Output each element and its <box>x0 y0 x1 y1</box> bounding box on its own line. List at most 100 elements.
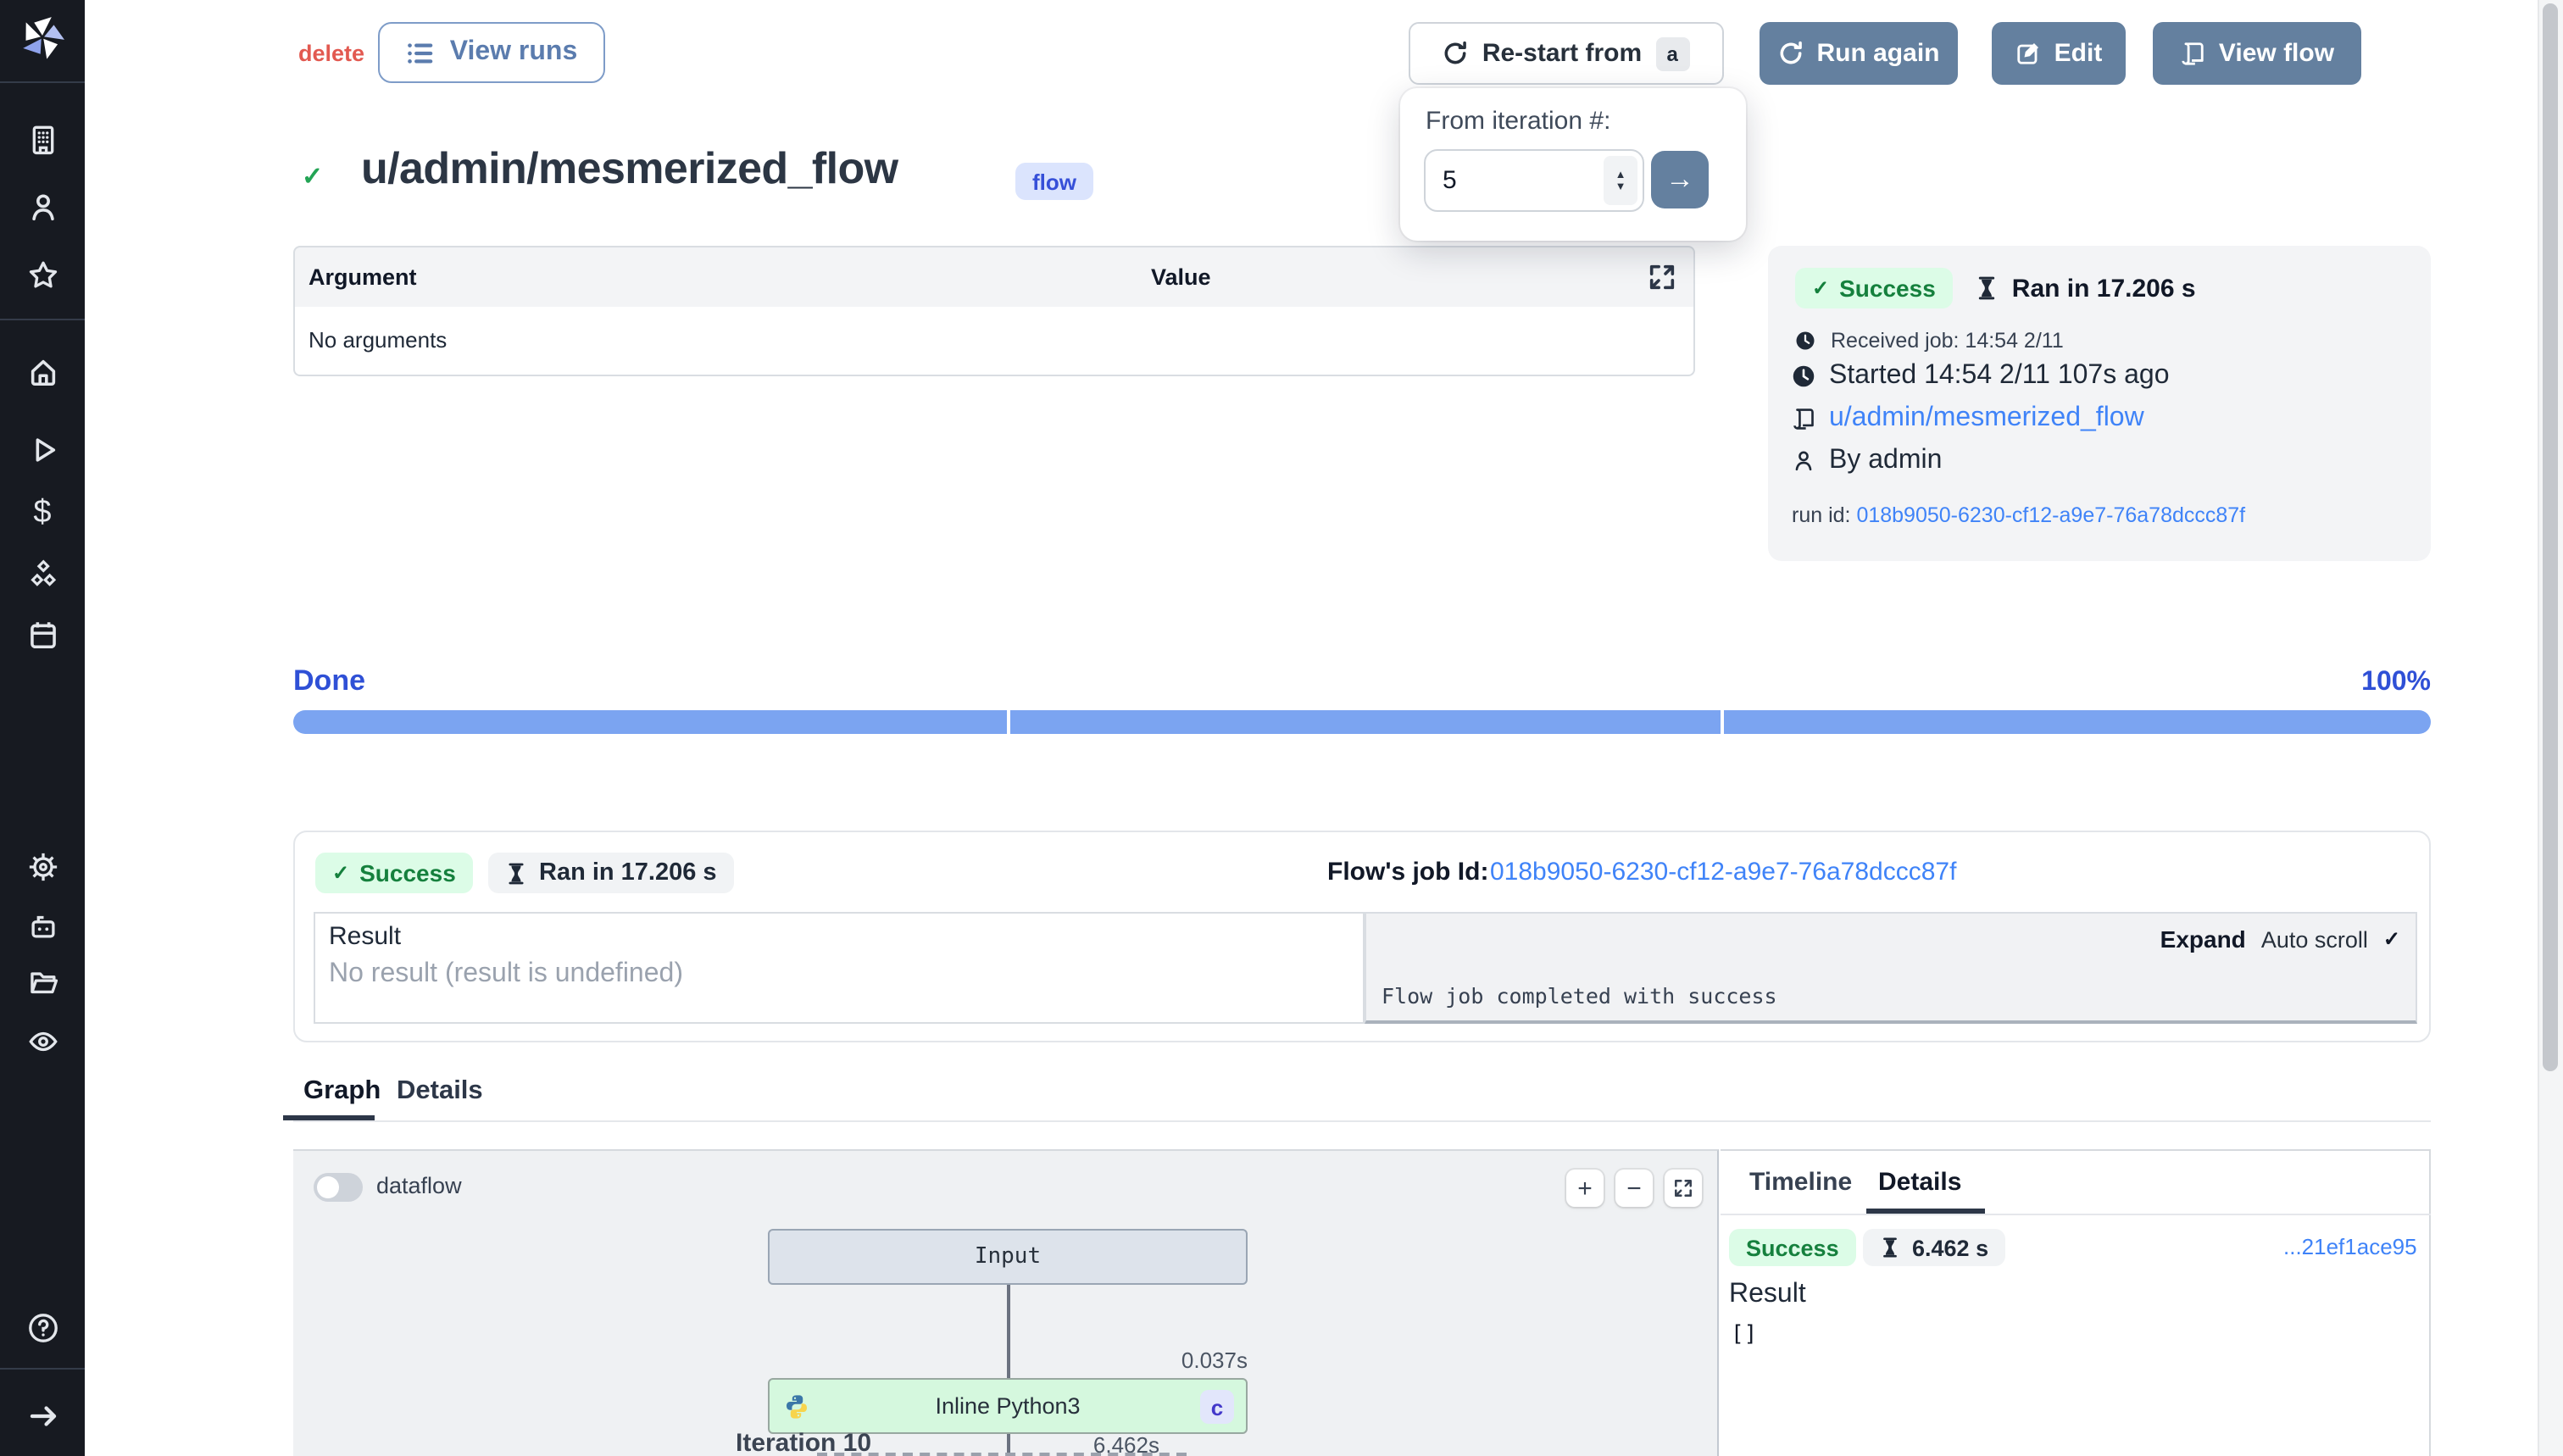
stepper-up-icon[interactable]: ▲ <box>1615 169 1626 181</box>
arrow-right-icon <box>26 1399 58 1431</box>
sidebar-collapse-toggle[interactable] <box>22 1395 63 1436</box>
scroll-icon <box>2180 41 2205 66</box>
sidebar-item-variables[interactable]: $ <box>22 492 63 532</box>
graph-node-python[interactable]: Inline Python3 c <box>768 1378 1248 1434</box>
check-icon: ✓ <box>1812 276 1829 300</box>
building-icon <box>26 123 58 155</box>
sidebar-divider <box>0 81 85 83</box>
received-job-text: Received job: 14:54 2/11 <box>1831 329 2064 353</box>
received-job-row: Received job: 14:54 2/11 <box>1795 329 2064 353</box>
cache-badge: c <box>1200 1390 1234 1424</box>
view-runs-button[interactable]: View runs <box>378 22 605 83</box>
iteration-container-border <box>817 1453 1187 1456</box>
job-id-link[interactable]: 018b9050-6230-cf12-a9e7-76a78dccc87f <box>1490 858 1956 886</box>
zoom-fit-button[interactable] <box>1665 1170 1702 1207</box>
tabs-divider <box>293 1120 2431 1122</box>
folder-icon <box>26 965 58 998</box>
person-icon <box>26 191 58 223</box>
duration-label: Ran in 17.206 s <box>539 859 717 886</box>
sidebar-item-favorites[interactable] <box>22 254 63 295</box>
sidebar-item-workers[interactable] <box>22 905 63 946</box>
sidebar-item-folders[interactable] <box>22 961 63 1002</box>
list-icon <box>406 38 435 67</box>
run-again-button[interactable]: Run again <box>1760 22 1958 85</box>
toggle-knob <box>317 1176 339 1198</box>
flow-path-row: u/admin/mesmerized_flow <box>1792 403 2144 434</box>
windmill-logo-icon[interactable] <box>20 15 64 59</box>
restart-go-button[interactable]: → <box>1651 151 1709 208</box>
view-runs-label: View runs <box>450 37 578 68</box>
sidebar-item-user[interactable] <box>22 186 63 227</box>
args-col-value: Value <box>1151 264 1211 290</box>
calendar-icon <box>26 618 58 650</box>
result-title: Result <box>1729 1280 1806 1310</box>
clock-icon <box>1792 364 1815 388</box>
run-again-label: Run again <box>1816 39 1939 68</box>
sidebar-item-help[interactable] <box>22 1307 63 1348</box>
flow-path-link[interactable]: u/admin/mesmerized_flow <box>1829 403 2144 434</box>
progress-segment <box>1010 710 1721 734</box>
flow-graph-canvas: dataflow + − Input 0.037s Inline Python3… <box>293 1149 1719 1456</box>
cubes-icon <box>26 559 58 591</box>
result-empty-text: No result (result is undefined) <box>329 959 683 990</box>
args-col-argument: Argument <box>309 264 417 290</box>
auto-scroll-checkbox[interactable]: ✓ <box>2383 927 2400 951</box>
dollar-icon: $ <box>33 496 51 528</box>
dataflow-toggle[interactable] <box>314 1173 363 1202</box>
log-text: Flow job completed with success <box>1382 983 1777 1009</box>
progress-segment <box>293 710 1007 734</box>
status-label: Success <box>1746 1235 1839 1260</box>
sidebar-item-settings[interactable] <box>22 846 63 886</box>
from-iteration-label: From iteration #: <box>1426 107 1610 136</box>
expand-log-button[interactable]: Expand <box>2160 925 2246 953</box>
tab-timeline[interactable]: Timeline <box>1749 1168 1852 1197</box>
result-title: Result <box>329 922 401 951</box>
job-id-label: Flow's job Id: <box>1327 858 1488 886</box>
run-id-row: run id: 018b9050-6230-cf12-a9e7-76a78dcc… <box>1792 503 2245 527</box>
progress-percent: 100% <box>2361 668 2431 698</box>
person-icon <box>1792 449 1815 473</box>
sidebar-item-runs[interactable] <box>22 429 63 470</box>
edit-label: Edit <box>2054 39 2103 68</box>
run-status-row: ✓ Success Ran in 17.206 s <box>1795 268 2196 308</box>
duration-chip: 6.462 s <box>1863 1229 2005 1266</box>
number-stepper[interactable]: ▲ ▼ <box>1604 156 1637 205</box>
view-flow-button[interactable]: View flow <box>2153 22 2361 85</box>
progress-segment <box>1724 710 2431 734</box>
zoom-in-button[interactable]: + <box>1566 1170 1604 1207</box>
tab-step-details[interactable]: Details <box>1878 1168 1961 1197</box>
edit-button[interactable]: Edit <box>1992 22 2126 85</box>
sidebar-item-home[interactable] <box>22 351 63 392</box>
sidebar-item-workspace[interactable] <box>22 119 63 159</box>
ran-in-label: Ran in 17.206 s <box>2012 274 2196 303</box>
gear-icon <box>26 850 58 882</box>
home-icon <box>26 355 58 387</box>
step-job-link[interactable]: ...21ef1ace95 <box>2283 1234 2417 1259</box>
tab-details[interactable]: Details <box>397 1076 483 1107</box>
eye-icon <box>26 1025 58 1057</box>
ran-in-duration: Ran in 17.206 s <box>1975 274 2196 303</box>
sidebar-item-audit[interactable] <box>22 1020 63 1061</box>
node-label: Inline Python3 <box>770 1393 1246 1419</box>
sidebar-item-resources[interactable] <box>22 554 63 595</box>
run-id-link[interactable]: 018b9050-6230-cf12-a9e7-76a78dccc87f <box>1856 503 2245 527</box>
by-user-row: By admin <box>1792 446 1942 476</box>
graph-node-input[interactable]: Input <box>768 1229 1248 1285</box>
stepper-down-icon[interactable]: ▼ <box>1615 181 1626 192</box>
page-title: u/admin/mesmerized_flow <box>361 142 898 195</box>
args-table-body: No arguments <box>293 307 1695 376</box>
auto-scroll-label[interactable]: Auto scroll <box>2261 926 2368 952</box>
duration-label: 6.462 s <box>1912 1235 1988 1260</box>
sidebar-item-schedules[interactable] <box>22 614 63 654</box>
zoom-out-button[interactable]: − <box>1615 1170 1653 1207</box>
tab-graph[interactable]: Graph <box>303 1076 381 1107</box>
restart-from-button[interactable]: Re-start from a <box>1409 22 1724 85</box>
hourglass-icon <box>1880 1237 1900 1258</box>
log-pane: Expand Auto scroll ✓ Flow job completed … <box>1365 912 2417 1024</box>
view-flow-label: View flow <box>2219 39 2334 68</box>
status-label: Success <box>1839 275 1936 302</box>
expand-icon[interactable] <box>1648 263 1676 292</box>
scroll-icon <box>1792 407 1815 431</box>
window-scrollbar-thumb[interactable] <box>2543 3 2558 1071</box>
delete-link[interactable]: delete <box>298 41 364 66</box>
